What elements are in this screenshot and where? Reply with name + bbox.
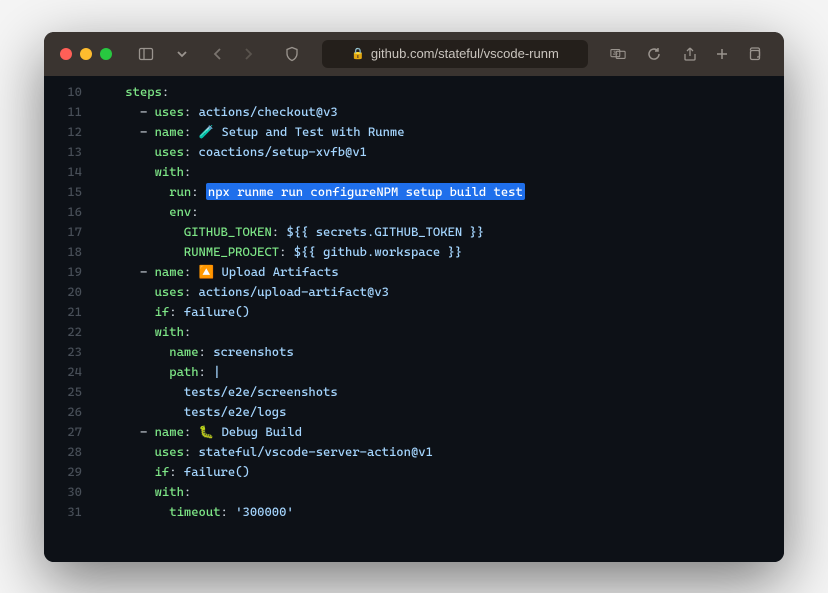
code-line[interactable]: path: |	[92, 362, 784, 382]
code-line[interactable]: RUNME_PROJECT: ${{ github.workspace }}	[92, 242, 784, 262]
code-line[interactable]: with:	[92, 322, 784, 342]
code-line[interactable]: with:	[92, 482, 784, 502]
close-window-button[interactable]	[60, 48, 72, 60]
code-line[interactable]: - name: 🔼 Upload Artifacts	[92, 262, 784, 282]
line-number: 31	[44, 502, 82, 522]
line-number: 15	[44, 182, 82, 202]
code-viewer[interactable]: 1011121314151617181920212223242526272829…	[44, 76, 784, 562]
code-line[interactable]: uses: coactions/setup-xvfb@v1	[92, 142, 784, 162]
line-number: 18	[44, 242, 82, 262]
shield-icon[interactable]	[278, 42, 306, 66]
code-line[interactable]: tests/e2e/logs	[92, 402, 784, 422]
code-line[interactable]: - name: 🐛 Debug Build	[92, 422, 784, 442]
code-line[interactable]: timeout: '300000'	[92, 502, 784, 522]
line-number: 14	[44, 162, 82, 182]
line-number: 24	[44, 362, 82, 382]
translate-button[interactable]: あ	[604, 42, 632, 66]
line-number: 27	[44, 422, 82, 442]
sidebar-chevron-down-icon[interactable]	[168, 42, 196, 66]
code-line[interactable]: - uses: actions/checkout@v3	[92, 102, 784, 122]
tabs-overview-button[interactable]	[740, 42, 768, 66]
line-number: 28	[44, 442, 82, 462]
code-line[interactable]: with:	[92, 162, 784, 182]
code-line[interactable]: uses: stateful/vscode-server-action@v1	[92, 442, 784, 462]
lock-icon: 🔒	[351, 47, 365, 60]
back-button[interactable]	[204, 42, 232, 66]
line-number: 25	[44, 382, 82, 402]
svg-text:あ: あ	[613, 49, 618, 56]
maximize-window-button[interactable]	[100, 48, 112, 60]
minimize-window-button[interactable]	[80, 48, 92, 60]
code-line[interactable]: if: failure()	[92, 462, 784, 482]
code-line[interactable]: env:	[92, 202, 784, 222]
forward-button[interactable]	[234, 42, 262, 66]
line-number: 22	[44, 322, 82, 342]
browser-window: 🔒 github.com/stateful/vscode-runm あ 1011…	[44, 32, 784, 562]
code-line[interactable]: name: screenshots	[92, 342, 784, 362]
line-number: 19	[44, 262, 82, 282]
code-line[interactable]: steps:	[92, 82, 784, 102]
code-content[interactable]: steps: - uses: actions/checkout@v3 - nam…	[92, 76, 784, 562]
titlebar: 🔒 github.com/stateful/vscode-runm あ	[44, 32, 784, 76]
line-number: 12	[44, 122, 82, 142]
line-number: 26	[44, 402, 82, 422]
url-text: github.com/stateful/vscode-runm	[371, 46, 559, 61]
line-number: 17	[44, 222, 82, 242]
line-number: 20	[44, 282, 82, 302]
code-line[interactable]: uses: actions/upload-artifact@v3	[92, 282, 784, 302]
url-bar[interactable]: 🔒 github.com/stateful/vscode-runm	[322, 40, 588, 68]
line-number: 16	[44, 202, 82, 222]
line-number: 13	[44, 142, 82, 162]
code-line[interactable]: if: failure()	[92, 302, 784, 322]
share-button[interactable]	[676, 42, 704, 66]
traffic-lights	[60, 48, 112, 60]
line-number: 10	[44, 82, 82, 102]
line-number-gutter: 1011121314151617181920212223242526272829…	[44, 76, 92, 562]
sidebar-toggle-button[interactable]	[132, 42, 160, 66]
code-line[interactable]: - name: 🧪 Setup and Test with Runme	[92, 122, 784, 142]
code-line[interactable]: run: npx runme run configureNPM setup bu…	[92, 182, 784, 202]
line-number: 11	[44, 102, 82, 122]
line-number: 23	[44, 342, 82, 362]
code-line[interactable]: GITHUB_TOKEN: ${{ secrets.GITHUB_TOKEN }…	[92, 222, 784, 242]
line-number: 21	[44, 302, 82, 322]
new-tab-button[interactable]	[708, 42, 736, 66]
line-number: 29	[44, 462, 82, 482]
reload-button[interactable]	[640, 42, 668, 66]
line-number: 30	[44, 482, 82, 502]
code-line[interactable]: tests/e2e/screenshots	[92, 382, 784, 402]
